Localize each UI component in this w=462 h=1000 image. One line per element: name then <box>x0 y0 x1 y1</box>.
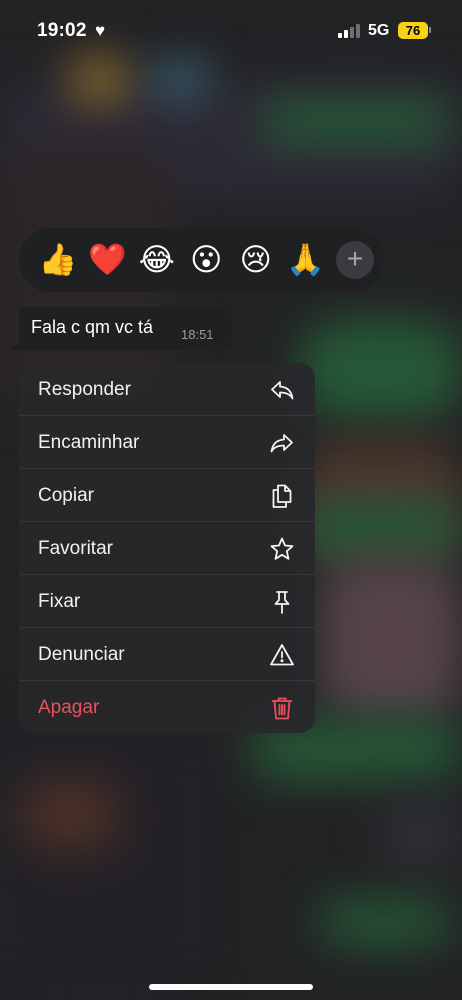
trash-icon <box>271 697 293 720</box>
reaction-heart[interactable]: ❤️ <box>83 236 133 284</box>
message-time: 18:51 <box>181 327 214 342</box>
status-bar: 19:02 ♥ 5G 76 <box>0 0 462 62</box>
network-type: 5G <box>368 22 390 39</box>
copy-icon <box>272 484 292 508</box>
status-time: 19:02 <box>37 20 87 41</box>
forward-icon <box>270 434 293 453</box>
reaction-crying[interactable]: 😢 <box>231 236 281 284</box>
pin-icon <box>274 591 290 614</box>
message-bubble[interactable]: Fala c qm vc tá 18:51 <box>19 307 233 350</box>
menu-item-encaminhar[interactable]: Encaminhar <box>19 416 315 469</box>
menu-item-label: Apagar <box>38 697 100 718</box>
star-icon <box>270 537 294 560</box>
menu-item-label: Responder <box>38 379 131 400</box>
menu-item-label: Denunciar <box>38 644 125 665</box>
warning-icon <box>270 644 294 666</box>
message-text: Fala c qm vc tá <box>31 317 154 337</box>
menu-item-denunciar[interactable]: Denunciar <box>19 628 315 681</box>
battery-tip <box>429 27 431 33</box>
menu-item-label: Fixar <box>38 591 81 612</box>
reaction-folded-hands[interactable]: 🙏 <box>281 236 331 284</box>
home-indicator[interactable] <box>149 984 313 990</box>
signal-strength-icon <box>338 24 362 38</box>
battery-level: 76 <box>398 22 428 39</box>
reaction-tears-of-joy[interactable]: 😂 <box>132 236 182 284</box>
reactions-bar: 👍 ❤️ 😂 😮 😢 🙏 + <box>19 228 383 292</box>
menu-item-responder[interactable]: Responder <box>19 363 315 416</box>
menu-item-fixar[interactable]: Fixar <box>19 575 315 628</box>
menu-item-label: Copiar <box>38 485 94 506</box>
reaction-surprised[interactable]: 😮 <box>182 236 232 284</box>
reaction-thumbs-up[interactable]: 👍 <box>33 236 83 284</box>
more-reactions-button[interactable]: + <box>336 241 374 279</box>
menu-item-label: Encaminhar <box>38 432 140 453</box>
message-context-menu: Responder Encaminhar Copiar Favoritar Fi… <box>19 363 315 733</box>
menu-item-label: Favoritar <box>38 538 113 559</box>
menu-item-copiar[interactable]: Copiar <box>19 469 315 522</box>
menu-item-favoritar[interactable]: Favoritar <box>19 522 315 575</box>
heart-icon: ♥ <box>95 21 106 40</box>
reply-icon <box>271 381 294 400</box>
menu-item-apagar[interactable]: Apagar <box>19 681 315 733</box>
